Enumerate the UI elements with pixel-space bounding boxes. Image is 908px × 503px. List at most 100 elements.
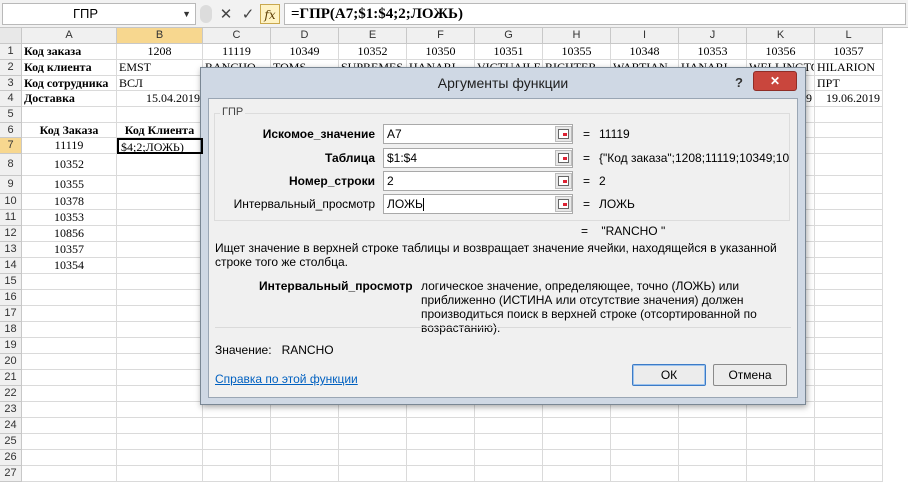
cell[interactable] (543, 418, 611, 434)
cell[interactable] (22, 450, 117, 466)
row-header[interactable]: 26 (0, 450, 22, 466)
cell[interactable]: 10352 (339, 44, 407, 60)
cell[interactable] (117, 210, 203, 226)
cell[interactable] (22, 370, 117, 386)
active-cell[interactable]: $4;2;ЛОЖЬ) (117, 138, 203, 154)
column-header[interactable]: F (407, 28, 475, 44)
row-header[interactable]: 16 (0, 290, 22, 306)
cell[interactable] (117, 338, 203, 354)
cell[interactable] (22, 274, 117, 290)
cell[interactable] (339, 466, 407, 482)
cancel-button[interactable]: Отмена (713, 364, 787, 386)
cell[interactable] (815, 226, 883, 242)
cell[interactable]: ВСЛ (117, 76, 203, 91)
cell[interactable] (22, 434, 117, 450)
row-header[interactable]: 7 (0, 138, 22, 154)
cell[interactable]: 10349 (271, 44, 339, 60)
row-header[interactable]: 13 (0, 242, 22, 258)
chevron-down-icon[interactable]: ▼ (182, 4, 191, 24)
cell[interactable]: 10355 (543, 44, 611, 60)
cell[interactable]: 10356 (747, 44, 815, 60)
cell[interactable] (815, 274, 883, 290)
cell[interactable]: 10354 (22, 258, 117, 274)
cell[interactable] (815, 434, 883, 450)
cell[interactable] (117, 450, 203, 466)
formula-input[interactable]: =ГПР(A7;$1:$4;2;ЛОЖЬ) (284, 3, 906, 25)
cell[interactable]: 1208 (117, 44, 203, 60)
cell[interactable] (22, 354, 117, 370)
cell[interactable] (117, 418, 203, 434)
cell[interactable]: 10353 (679, 44, 747, 60)
ok-button[interactable]: ОК (632, 364, 706, 386)
cell[interactable]: 10353 (22, 210, 117, 226)
column-header[interactable]: G (475, 28, 543, 44)
row-header[interactable]: 12 (0, 226, 22, 242)
cell[interactable]: 10350 (407, 44, 475, 60)
cell[interactable] (203, 450, 271, 466)
column-header[interactable]: J (679, 28, 747, 44)
cell[interactable] (747, 418, 815, 434)
cell[interactable] (117, 322, 203, 338)
cell[interactable] (117, 370, 203, 386)
cell[interactable]: ПРТ (815, 76, 883, 91)
cell[interactable] (611, 450, 679, 466)
cell[interactable] (117, 176, 203, 194)
cell[interactable] (475, 434, 543, 450)
cell[interactable] (475, 450, 543, 466)
cell[interactable]: 19.06.2019 (815, 91, 883, 107)
cell[interactable] (271, 466, 339, 482)
arg-input-lookup-value[interactable]: A7 (383, 124, 573, 144)
arg-input-range-lookup[interactable]: ЛОЖЬ (383, 194, 573, 214)
cell[interactable] (679, 466, 747, 482)
cell[interactable] (815, 450, 883, 466)
cell[interactable] (22, 290, 117, 306)
cell[interactable] (22, 386, 117, 402)
cell[interactable]: 10378 (22, 194, 117, 210)
cell[interactable]: 10355 (22, 176, 117, 194)
cell[interactable] (117, 290, 203, 306)
row-header[interactable]: 4 (0, 91, 22, 107)
cell[interactable]: 10856 (22, 226, 117, 242)
cell[interactable] (117, 402, 203, 418)
row-header[interactable]: 27 (0, 466, 22, 482)
cell[interactable] (815, 370, 883, 386)
cell[interactable] (815, 418, 883, 434)
row-header[interactable]: 21 (0, 370, 22, 386)
cell[interactable] (117, 194, 203, 210)
column-header[interactable]: A (22, 28, 117, 44)
cell[interactable]: Код клиента (22, 60, 117, 76)
cell[interactable] (117, 154, 203, 176)
collapse-dialog-icon[interactable] (555, 150, 572, 166)
cell[interactable] (815, 290, 883, 306)
cell[interactable]: 15.04.2019 (117, 91, 203, 107)
column-header[interactable]: H (543, 28, 611, 44)
row-header[interactable]: 24 (0, 418, 22, 434)
row-header[interactable]: 20 (0, 354, 22, 370)
collapse-dialog-icon[interactable] (555, 126, 572, 142)
cell[interactable] (22, 418, 117, 434)
row-header[interactable]: 25 (0, 434, 22, 450)
cell[interactable] (475, 418, 543, 434)
cell[interactable] (475, 466, 543, 482)
cell[interactable] (271, 434, 339, 450)
row-header[interactable]: 11 (0, 210, 22, 226)
cell[interactable] (815, 306, 883, 322)
cell[interactable]: Код сотрудника (22, 76, 117, 91)
cell[interactable] (543, 434, 611, 450)
cell[interactable] (271, 450, 339, 466)
cell[interactable] (407, 466, 475, 482)
row-header[interactable]: 14 (0, 258, 22, 274)
row-header[interactable]: 17 (0, 306, 22, 322)
cell[interactable] (815, 338, 883, 354)
cell[interactable] (747, 434, 815, 450)
column-header[interactable]: L (815, 28, 883, 44)
cell[interactable]: 10357 (815, 44, 883, 60)
cell[interactable] (679, 450, 747, 466)
arg-input-table[interactable]: $1:$4 (383, 148, 573, 168)
cell[interactable] (815, 194, 883, 210)
cell[interactable] (339, 450, 407, 466)
cell[interactable] (747, 450, 815, 466)
cell[interactable] (22, 402, 117, 418)
cell[interactable] (117, 107, 203, 123)
row-header[interactable]: 15 (0, 274, 22, 290)
